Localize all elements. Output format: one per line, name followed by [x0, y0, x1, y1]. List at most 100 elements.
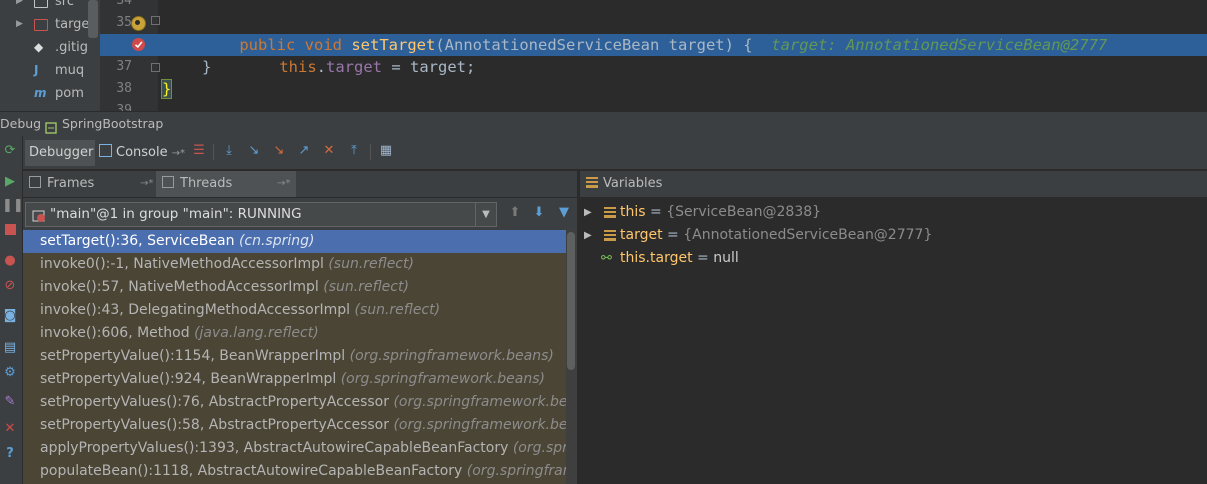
field-icon [604, 207, 616, 218]
tab-pin-icon[interactable]: →* [172, 148, 185, 159]
stack-frame-label: setPropertyValue():1154, BeanWrapperImpl… [40, 345, 554, 368]
tab-debugger[interactable]: Debugger [25, 140, 95, 166]
step-out-icon[interactable]: ↗ [296, 143, 312, 159]
keyword: this [279, 58, 317, 76]
force-step-into-icon[interactable]: ↘ [271, 143, 287, 159]
stack-frame-row[interactable]: invoke():57, NativeMethodAccessorImpl (s… [23, 276, 566, 299]
evaluate-expression-icon[interactable]: ▦ [378, 143, 394, 159]
execution-line-gutter [100, 34, 158, 56]
pause-icon[interactable]: ❚❚ [2, 198, 24, 214]
frames-icon [29, 176, 41, 188]
help-icon[interactable]: ? [2, 446, 18, 462]
variables-tab[interactable]: Variables [586, 171, 662, 197]
step-over-icon[interactable]: ⤓ [221, 143, 237, 159]
module-file-icon: J [34, 63, 39, 77]
settings-gear-icon[interactable]: ⚙ [2, 365, 18, 381]
stack-frame-row[interactable]: populateBean():1118, AbstractAutowireCap… [23, 460, 566, 483]
stack-frame-row[interactable]: setPropertyValues():76, AbstractProperty… [23, 391, 566, 414]
expand-arrow-icon[interactable]: ▶ [584, 224, 592, 247]
folder-icon [34, 0, 48, 8]
code-line-37: } [202, 58, 212, 76]
run-config-name[interactable]: SpringBootstrap [62, 112, 163, 136]
override-marker-icon[interactable] [131, 16, 146, 31]
tab-pin-icon[interactable]: →* [140, 171, 153, 197]
tab-frames[interactable]: Frames [29, 171, 153, 197]
threads-icon [162, 176, 174, 188]
step-into-icon[interactable]: ↘ [246, 143, 262, 159]
debug-title-label: Debug [0, 116, 42, 131]
expand-arrow-icon[interactable]: ▶ [16, 13, 23, 36]
stop-icon[interactable] [2, 222, 18, 238]
field-name: target [326, 58, 382, 76]
frame-package: (org.springframework.beans) [393, 417, 566, 433]
tree-item-iml[interactable]: J muq [0, 59, 100, 82]
stack-frame-row[interactable]: setPropertyValue():924, BeanWrapperImpl … [23, 368, 566, 391]
dropdown-arrow-icon[interactable]: ▼ [475, 203, 496, 226]
variables-header: Variables [580, 171, 1207, 198]
variable-name: this.target [620, 250, 693, 266]
line-number: 38 [116, 81, 132, 96]
frame-method: setPropertyValues():58, AbstractProperty… [40, 417, 394, 433]
debug-tool-window-title: Debug SpringBootstrap [0, 111, 1207, 136]
close-icon[interactable]: ✕ [2, 421, 18, 437]
previous-frame-icon[interactable]: ⬆ [507, 205, 523, 221]
stack-frame-row[interactable]: invoke():606, Method (java.lang.reflect) [23, 322, 566, 345]
variable-equals: = [692, 250, 714, 266]
rerun-icon[interactable]: ⟳ [2, 143, 18, 159]
camera-icon[interactable]: ◙ [2, 308, 18, 324]
thread-suspended-icon [32, 208, 45, 222]
tree-item-src[interactable]: ▶ src [0, 0, 100, 13]
tree-item-pom[interactable]: m pom [0, 82, 100, 105]
frame-package: (sun.reflect) [328, 256, 414, 272]
variable-name: target [620, 227, 663, 243]
variable-value: {AnnotationedServiceBean@2777} [683, 227, 933, 243]
frame-method: applyPropertyValues():1393, AbstractAuto… [40, 440, 513, 456]
filter-icon[interactable]: ▼ [556, 205, 572, 221]
method-params: (AnnotationedServiceBean target) { [435, 36, 753, 54]
view-breakpoints-icon[interactable]: ● [2, 253, 18, 269]
run-to-cursor-icon[interactable]: ⤒ [346, 143, 362, 159]
show-execution-point-icon[interactable]: ☰ [191, 143, 207, 159]
tree-scrollbar[interactable] [88, 0, 98, 38]
frames-scrollbar-thumb[interactable] [567, 232, 575, 370]
stack-frame-row[interactable]: applyPropertyValues():1393, AbstractAuto… [23, 437, 566, 460]
stack-frame-label: invoke0():-1, NativeMethodAccessorImpl (… [40, 253, 414, 276]
pin-icon[interactable]: ✎ [2, 394, 18, 410]
run-config-icon [45, 118, 57, 134]
tab-console[interactable]: Console →* [99, 140, 185, 166]
next-frame-icon[interactable]: ⬇ [531, 205, 547, 221]
breakpoint-icon[interactable] [132, 38, 145, 51]
stack-frame-label: setPropertyValues():58, AbstractProperty… [40, 414, 566, 437]
stack-frame-row[interactable]: invoke():43, DelegatingMethodAccessorImp… [23, 299, 566, 322]
expand-arrow-icon[interactable]: ▶ [584, 201, 592, 224]
frame-method: populateBean():1118, AbstractAutowireCap… [40, 463, 467, 479]
thread-select[interactable]: "main"@1 in group "main": RUNNING ▼ [25, 202, 497, 227]
line-number: 34 [116, 0, 132, 8]
stack-frame-row[interactable]: setTarget():36, ServiceBean (cn.spring) [23, 230, 566, 253]
code-line-38: } [160, 79, 173, 99]
tree-item-gitignore[interactable]: ◆ .gitig [0, 36, 100, 59]
restore-layout-icon[interactable]: ▤ [2, 340, 18, 356]
tab-pin-icon[interactable]: →* [277, 171, 290, 197]
line-number: 37 [116, 59, 132, 74]
mute-breakpoints-icon[interactable]: ⊘ [2, 278, 18, 294]
stack-frame-row[interactable]: setPropertyValue():1154, BeanWrapperImpl… [23, 345, 566, 368]
tab-threads[interactable]: Threads [156, 171, 296, 197]
stack-frame-label: invoke():606, Method (java.lang.reflect) [40, 322, 319, 345]
stack-frame-row[interactable]: invoke0():-1, NativeMethodAccessorImpl (… [23, 253, 566, 276]
frame-method: setTarget():36, ServiceBean [40, 233, 239, 249]
frame-package: (sun.reflect) [323, 279, 409, 295]
variable-equals: = [645, 204, 667, 220]
frames-threads-header: Frames →* Threads →* [23, 171, 577, 198]
code-editor[interactable]: public void setTarget(AnnotationedServic… [158, 0, 1207, 111]
expand-arrow-icon[interactable]: ▶ [16, 0, 23, 13]
frame-package: (cn.spring) [238, 233, 315, 249]
toolbar-separator [213, 144, 214, 160]
resume-icon[interactable]: ▶ [2, 174, 18, 190]
stack-frame-label: setPropertyValue():924, BeanWrapperImpl … [40, 368, 545, 391]
stack-frame-row[interactable]: setPropertyValues():58, AbstractProperty… [23, 414, 566, 437]
toolbar-separator [370, 144, 371, 160]
drop-frame-icon[interactable]: ✕ [321, 143, 337, 159]
tree-item-target[interactable]: ▶ targe [0, 13, 100, 36]
variable-text: this = {ServiceBean@2838} [620, 201, 821, 224]
